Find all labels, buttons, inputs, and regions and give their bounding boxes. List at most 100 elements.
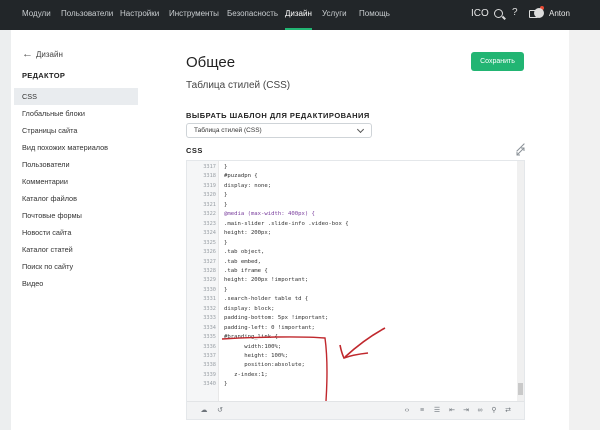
- expand-icon[interactable]: [516, 143, 525, 156]
- sidebar-item-comments[interactable]: Комментарии: [22, 177, 68, 186]
- line-number: 3335: [203, 334, 216, 341]
- code-line[interactable]: position:absolute;: [224, 362, 305, 368]
- code-line[interactable]: #puzadpn {: [224, 173, 258, 179]
- back-arrow-icon[interactable]: ⇤: [447, 406, 457, 415]
- code-line[interactable]: .tab iframe {: [224, 268, 268, 274]
- code-line[interactable]: display: none;: [224, 183, 271, 189]
- nav-item-services[interactable]: Услуги: [322, 0, 347, 30]
- template-label: ВЫБРАТЬ ШАБЛОН ДЛЯ РЕДАКТИРОВАНИЯ: [186, 111, 370, 120]
- user-name[interactable]: Anton: [549, 9, 570, 18]
- line-number: 3340: [203, 381, 216, 388]
- forward-arrow-icon[interactable]: ⇥: [461, 406, 471, 415]
- nav-item-modules[interactable]: Модули: [22, 0, 51, 30]
- sidebar-item-file-catalog[interactable]: Каталог файлов: [22, 194, 77, 203]
- sidebar-item-css[interactable]: CSS: [22, 92, 37, 101]
- nav-item-design[interactable]: Дизайн: [285, 0, 312, 30]
- sidebar-section-title: РЕДАКТОР: [22, 71, 66, 80]
- search-icon[interactable]: [494, 9, 503, 18]
- nav-item-security[interactable]: Безопасность: [227, 0, 278, 30]
- chevron-down-icon: [356, 125, 365, 134]
- css-code-editor[interactable]: 3317} 3318 #puzadpn {3319 display: none; 332…: [186, 160, 525, 420]
- help-icon[interactable]: ?: [512, 7, 518, 18]
- line-number: 3332: [203, 305, 216, 312]
- code-line[interactable]: .tab object,: [224, 249, 264, 255]
- sidebar-item-video[interactable]: Видео: [22, 279, 43, 288]
- replace-icon[interactable]: ⇄: [503, 406, 513, 415]
- align-icon[interactable]: ≡: [417, 406, 427, 415]
- save-button[interactable]: Сохранить: [471, 52, 524, 71]
- back-link-label: Дизайн: [36, 50, 63, 59]
- code-line[interactable]: height: 100%;: [224, 353, 288, 359]
- link-icon[interactable]: ∞: [475, 406, 485, 415]
- line-number: 3322: [203, 211, 216, 218]
- line-number: 3325: [203, 239, 216, 246]
- undo-icon[interactable]: ↺: [215, 406, 225, 415]
- css-section-label: CSS: [186, 146, 203, 155]
- list-icon[interactable]: ☰: [432, 406, 442, 415]
- line-number: 3333: [203, 315, 216, 322]
- line-number: 3330: [203, 286, 216, 293]
- sidebar-item-global-blocks[interactable]: Глобальные блоки: [22, 109, 85, 118]
- code-line[interactable]: .tab embed,: [224, 259, 261, 265]
- code-line[interactable]: }: [224, 240, 227, 246]
- line-number: 3337: [203, 353, 216, 359]
- code-line[interactable]: }: [224, 164, 227, 170]
- sidebar-item-article-catalog[interactable]: Каталог статей: [22, 245, 73, 254]
- code-line[interactable]: }: [224, 202, 227, 208]
- editor-scrollbar-thumb[interactable]: [518, 383, 523, 395]
- page-title: Общее: [186, 54, 236, 71]
- expand-arrows-icon: [516, 147, 525, 156]
- nav-item-settings[interactable]: Настройки: [120, 0, 159, 30]
- line-number: 3319: [203, 182, 216, 189]
- nav-item-help[interactable]: Помощь: [359, 0, 390, 30]
- avatar-icon[interactable]: [534, 8, 544, 18]
- code-line[interactable]: height: 200px !important;: [224, 277, 308, 283]
- sidebar-item-similar-materials[interactable]: Вид похожих материалов: [22, 143, 108, 152]
- template-select-value: Таблица стилей (CSS): [194, 127, 262, 134]
- line-number: 3320: [203, 192, 216, 199]
- code-icon[interactable]: ‹›: [402, 406, 412, 415]
- code-line[interactable]: width:100%;: [224, 344, 281, 350]
- sidebar-item-site-pages[interactable]: Страницы сайта: [22, 126, 77, 135]
- code-line[interactable]: }: [224, 287, 227, 293]
- code-line[interactable]: .main-slider .slide-info .video-box {: [224, 221, 349, 227]
- back-link[interactable]: ← Дизайн: [22, 48, 63, 60]
- sidebar-item-users[interactable]: Пользователи: [22, 160, 70, 169]
- code-line[interactable]: }: [224, 381, 227, 387]
- nav-item-users[interactable]: Пользователи: [61, 0, 113, 30]
- cloud-icon[interactable]: ☁: [199, 406, 209, 415]
- sidebar-item-mail-forms[interactable]: Почтовые формы: [22, 211, 82, 220]
- line-number: 3324: [203, 230, 216, 237]
- editor-toolbar: ☁ ↺ ‹› ≡ ☰ ⇤ ⇥ ∞ ⚲ ⇄: [187, 401, 524, 419]
- line-number: 3317: [203, 164, 216, 170]
- code-line[interactable]: }: [224, 192, 227, 198]
- code-line[interactable]: padding-bottom: 5px !important;: [224, 315, 328, 321]
- code-line[interactable]: @media (max-width: 400px) {: [224, 211, 315, 217]
- code-line[interactable]: .search-holder table td {: [224, 296, 308, 302]
- code-line[interactable]: #branding_link {: [224, 334, 278, 340]
- ico-label[interactable]: ICO: [471, 8, 489, 19]
- line-number: 3334: [203, 324, 216, 331]
- code-line[interactable]: z-index:1;: [224, 372, 268, 378]
- line-number: 3339: [203, 371, 216, 378]
- line-number: 3336: [203, 343, 216, 350]
- template-select[interactable]: Таблица стилей (CSS): [186, 123, 372, 138]
- nav-item-tools[interactable]: Инструменты: [169, 0, 219, 30]
- sidebar-item-site-news[interactable]: Новости сайта: [22, 228, 71, 237]
- code-line[interactable]: padding-left: 0 !important;: [224, 325, 315, 331]
- line-number: 3323: [203, 220, 216, 227]
- editor-scrollbar[interactable]: [517, 161, 524, 401]
- line-number: 3329: [203, 277, 216, 284]
- search-icon[interactable]: ⚲: [489, 406, 499, 415]
- line-number: 3321: [203, 201, 216, 208]
- line-number: 3338: [203, 362, 216, 369]
- line-number: 3331: [203, 296, 216, 303]
- sidebar-item-site-search[interactable]: Поиск по сайту: [22, 262, 73, 271]
- right-gutter: [569, 30, 600, 430]
- code-line[interactable]: display: block;: [224, 306, 275, 312]
- line-number: 3327: [203, 258, 216, 265]
- page-subtitle: Таблица стилей (CSS): [186, 80, 291, 91]
- top-navigation-bar: Модули Пользователи Настройки Инструмент…: [0, 0, 600, 30]
- code-line[interactable]: height: 200px;: [224, 230, 271, 236]
- back-arrow-icon: ←: [22, 48, 33, 60]
